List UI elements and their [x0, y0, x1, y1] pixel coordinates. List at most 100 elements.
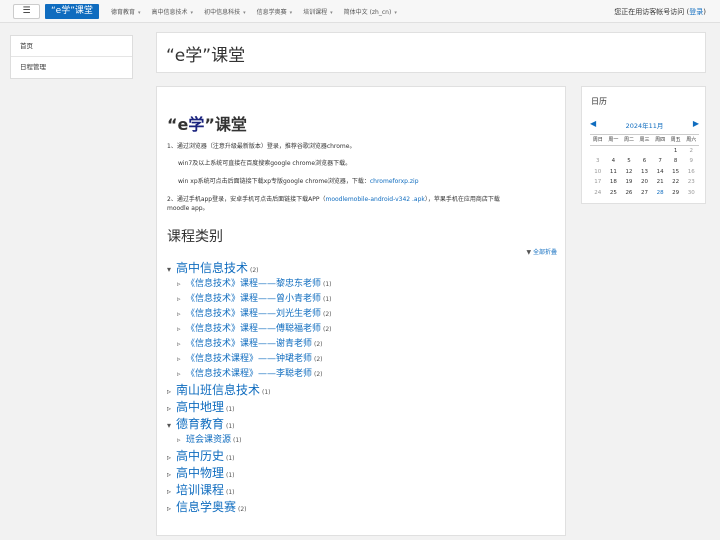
- category-label[interactable]: 高中历史: [176, 449, 224, 463]
- collapsed-arrow-icon[interactable]: ▹: [177, 370, 186, 378]
- category-item[interactable]: ▹ 培训课程 (1): [167, 481, 235, 498]
- collapsed-arrow-icon[interactable]: ▹: [177, 325, 186, 333]
- calendar-day[interactable]: 13: [637, 167, 653, 178]
- calendar-month[interactable]: 2024年11月: [590, 120, 699, 130]
- calendar-day[interactable]: 17: [590, 177, 606, 188]
- collapsed-arrow-icon[interactable]: ▹: [177, 280, 186, 288]
- collapse-all-link[interactable]: ▼ 全部折叠: [526, 247, 557, 256]
- calendar-day[interactable]: 23: [683, 177, 699, 188]
- calendar-day[interactable]: 27: [637, 188, 653, 199]
- collapsed-arrow-icon[interactable]: ▹: [177, 436, 186, 444]
- category-count: (1): [262, 389, 271, 396]
- category-item[interactable]: ▹ 《信息技术》课程——傅聪福老师 (2): [177, 321, 332, 334]
- calendar-day[interactable]: 25: [606, 188, 622, 199]
- category-item[interactable]: ▹ 《信息技术课程》——李聪老师 (2): [177, 366, 323, 379]
- category-label[interactable]: 南山班信息技术: [176, 383, 260, 397]
- menu-item-deyu[interactable]: 德育教育 ▾: [111, 7, 141, 16]
- category-item[interactable]: ▾ 德育教育 (1): [167, 415, 235, 432]
- collapsed-arrow-icon[interactable]: ▹: [177, 295, 186, 303]
- collapsed-arrow-icon[interactable]: ▹: [167, 387, 176, 396]
- category-item[interactable]: ▹ 高中物理 (1): [167, 464, 235, 481]
- chromeforxp-link[interactable]: chromeforxp.zip: [370, 178, 419, 185]
- category-item[interactable]: ▾ 高中信息技术 (2): [167, 259, 259, 276]
- calendar-day[interactable]: 6: [637, 156, 653, 167]
- category-label[interactable]: 班会课资源: [186, 435, 231, 445]
- sidebar-item-home[interactable]: 首页: [11, 36, 132, 57]
- calendar-day[interactable]: 7: [652, 156, 668, 167]
- category-item[interactable]: ▹ 班会课资源 (1): [177, 432, 242, 445]
- category-item[interactable]: ▹ 《信息技术》课程——黎忠东老师 (1): [177, 276, 332, 289]
- menu-toggle-button[interactable]: ☰: [13, 4, 40, 19]
- calendar-day[interactable]: 18: [606, 177, 622, 188]
- calendar-day[interactable]: 22: [668, 177, 684, 188]
- language-menu[interactable]: 简体中文 (zh_cn) ▾: [344, 7, 397, 16]
- collapsed-arrow-icon[interactable]: ▹: [167, 504, 176, 513]
- category-item[interactable]: ▹ 《信息技术》课程——谢青老师 (2): [177, 336, 323, 349]
- calendar-day[interactable]: 10: [590, 167, 606, 178]
- calendar-day[interactable]: 14: [652, 167, 668, 178]
- category-item[interactable]: ▹ 高中历史 (1): [167, 447, 235, 464]
- page-header: “e学”课堂: [156, 32, 706, 73]
- sidebar-item-calendar[interactable]: 日程管理: [11, 57, 132, 78]
- category-label[interactable]: 《信息技术》课程——曾小青老师: [186, 294, 321, 304]
- calendar-day[interactable]: 26: [621, 188, 637, 199]
- calendar-grid: 周日 周一 周二 周三 周四 周五 周六 1 2 3 4 5 6 7 8 9 10 11 12 13 14 15 16 17 1…: [590, 134, 700, 199]
- chevron-down-icon: ▾: [243, 9, 246, 16]
- expanded-arrow-icon[interactable]: ▾: [167, 265, 176, 274]
- calendar-day[interactable]: 20: [637, 177, 653, 188]
- calendar-day[interactable]: 5: [621, 156, 637, 167]
- collapsed-arrow-icon[interactable]: ▹: [167, 487, 176, 496]
- calendar-day[interactable]: 9: [683, 156, 699, 167]
- collapsed-arrow-icon[interactable]: ▹: [167, 453, 176, 462]
- calendar-day[interactable]: 8: [668, 156, 684, 167]
- category-label[interactable]: 高中地理: [176, 400, 224, 414]
- calendar-day[interactable]: 3: [590, 156, 606, 167]
- category-label[interactable]: 信息学奥赛: [176, 500, 236, 514]
- category-label[interactable]: 《信息技术课程》——李聪老师: [186, 369, 312, 379]
- category-label[interactable]: 《信息技术》课程——刘光生老师: [186, 309, 321, 319]
- calendar-day[interactable]: 29: [668, 188, 684, 199]
- calendar-day[interactable]: 1: [668, 146, 684, 157]
- category-item[interactable]: ▹ 信息学奥赛 (2): [167, 498, 247, 515]
- calendar-day[interactable]: 28: [652, 188, 668, 199]
- calendar-day[interactable]: 15: [668, 167, 684, 178]
- calendar-day[interactable]: 30: [683, 188, 699, 199]
- category-label[interactable]: 《信息技术课程》——钟珺老师: [186, 354, 312, 364]
- calendar-day[interactable]: 4: [606, 156, 622, 167]
- category-item[interactable]: ▹ 高中地理 (1): [167, 398, 235, 415]
- collapsed-arrow-icon[interactable]: ▹: [177, 355, 186, 363]
- calendar-day[interactable]: 2: [683, 146, 699, 157]
- category-label[interactable]: 高中信息技术: [176, 261, 248, 275]
- collapsed-arrow-icon[interactable]: ▹: [167, 470, 176, 479]
- next-month-icon[interactable]: ▶: [693, 119, 699, 128]
- chevron-down-icon: ▾: [394, 9, 397, 16]
- calendar-day[interactable]: 11: [606, 167, 622, 178]
- menu-item-peixun[interactable]: 培训课程 ▾: [303, 7, 333, 16]
- category-label[interactable]: 德育教育: [176, 417, 224, 431]
- sidebar: 首页 日程管理: [10, 35, 133, 79]
- category-label[interactable]: 《信息技术》课程——谢青老师: [186, 339, 312, 349]
- menu-item-aosai[interactable]: 信息学奥赛 ▾: [257, 7, 293, 16]
- category-label[interactable]: 《信息技术》课程——黎忠东老师: [186, 279, 321, 289]
- category-label[interactable]: 培训课程: [176, 483, 224, 497]
- login-link[interactable]: 登录: [689, 8, 703, 16]
- expanded-arrow-icon[interactable]: ▾: [167, 421, 176, 430]
- menu-item-gaozhong[interactable]: 高中信息技术 ▾: [152, 7, 194, 16]
- collapsed-arrow-icon[interactable]: ▹: [177, 310, 186, 318]
- category-item[interactable]: ▹ 《信息技术》课程——刘光生老师 (2): [177, 306, 332, 319]
- menu-item-chuzhong[interactable]: 初中信息科技 ▾: [204, 7, 246, 16]
- collapsed-arrow-icon[interactable]: ▹: [167, 404, 176, 413]
- category-label[interactable]: 《信息技术》课程——傅聪福老师: [186, 324, 321, 334]
- calendar-day[interactable]: 21: [652, 177, 668, 188]
- calendar-day[interactable]: 19: [621, 177, 637, 188]
- category-item[interactable]: ▹ 《信息技术》课程——曾小青老师 (1): [177, 291, 332, 304]
- category-label[interactable]: 高中物理: [176, 466, 224, 480]
- calendar-day[interactable]: 12: [621, 167, 637, 178]
- calendar-day[interactable]: 24: [590, 188, 606, 199]
- category-item[interactable]: ▹ 南山班信息技术 (1): [167, 381, 271, 398]
- collapsed-arrow-icon[interactable]: ▹: [177, 340, 186, 348]
- category-item[interactable]: ▹ 《信息技术课程》——钟珺老师 (2): [177, 351, 323, 364]
- site-brand[interactable]: “e学”课堂: [45, 4, 99, 19]
- apk-link[interactable]: moodlemobile-android-v342 .apk: [325, 196, 424, 203]
- calendar-day[interactable]: 16: [683, 167, 699, 178]
